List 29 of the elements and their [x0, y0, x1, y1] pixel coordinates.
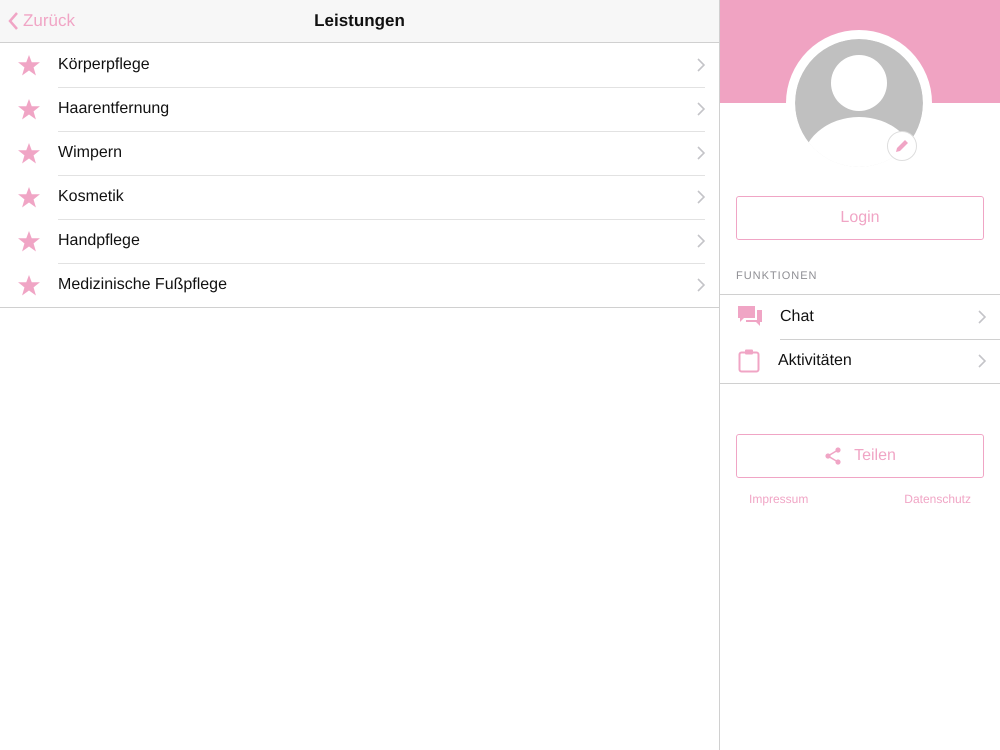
chevron-icon	[697, 146, 705, 160]
chevron-icon	[697, 278, 705, 292]
service-item[interactable]: Kosmetik	[0, 175, 719, 219]
service-item[interactable]: Handpflege	[0, 219, 719, 263]
star-icon	[18, 186, 40, 208]
chevron-icon	[697, 190, 705, 204]
service-item[interactable]: Haarentfernung	[0, 87, 719, 131]
service-item[interactable]: Körperpflege	[0, 43, 719, 87]
service-item[interactable]: Wimpern	[0, 131, 719, 175]
star-icon	[18, 98, 40, 120]
share-icon	[824, 447, 842, 465]
chevron-icon	[697, 102, 705, 116]
page-title: Leistungen	[314, 11, 405, 30]
star-icon	[18, 54, 40, 76]
chevron-icon	[697, 58, 705, 72]
back-chevron-icon	[8, 12, 19, 30]
star-icon	[18, 274, 40, 296]
star-icon	[18, 142, 40, 164]
function-item[interactable]: Chat	[720, 295, 1000, 339]
clipboard-icon	[738, 349, 760, 373]
service-item[interactable]: Medizinische Fußpflege	[0, 263, 719, 307]
chevron-icon	[978, 354, 986, 368]
chevron-icon	[978, 310, 986, 324]
chevron-icon	[697, 234, 705, 248]
pencil-icon	[894, 138, 910, 154]
section-header: FUNKTIONEN	[736, 270, 818, 282]
speech-bubbles-icon	[738, 306, 762, 328]
function-item[interactable]: Aktivitäten	[720, 339, 1000, 383]
star-icon	[18, 230, 40, 252]
